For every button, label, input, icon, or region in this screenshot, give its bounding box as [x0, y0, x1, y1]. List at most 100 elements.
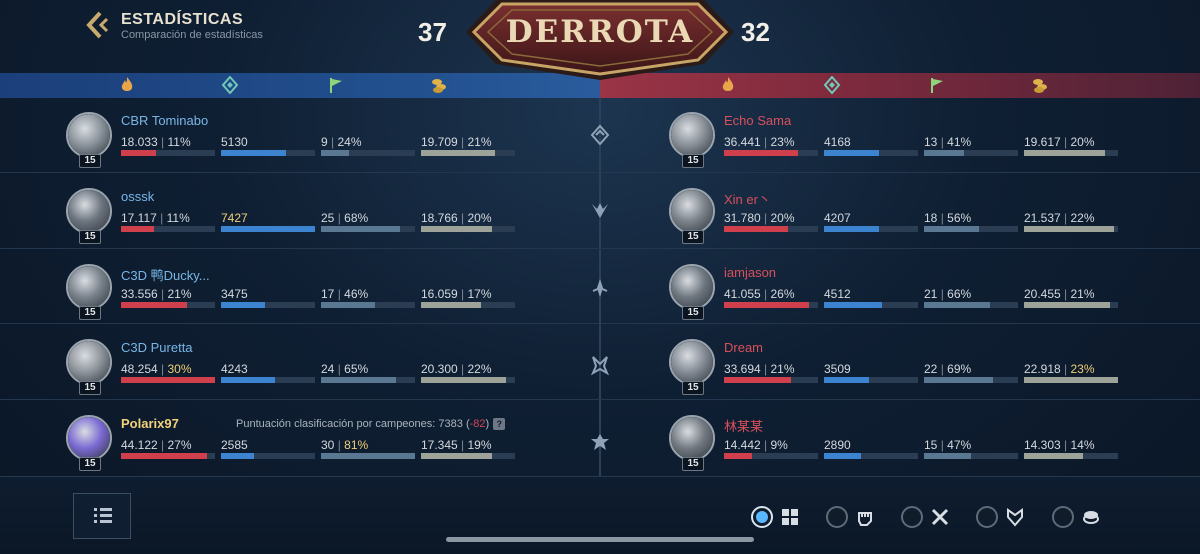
crossed-tools-icon[interactable]: [930, 507, 950, 527]
champion-level: 15: [79, 306, 101, 320]
gold-percent: 14%: [1070, 438, 1095, 452]
vision-value: 3475: [221, 287, 248, 301]
vision-stat: 2890: [824, 438, 851, 452]
vision-stat: 4243: [221, 362, 248, 376]
champion-avatar[interactable]: [669, 188, 715, 234]
champion-level: 15: [682, 457, 704, 471]
gold-percent: 22%: [1070, 211, 1095, 225]
vision-bar: [824, 453, 918, 459]
menu-button[interactable]: [73, 493, 131, 539]
back-icon[interactable]: [84, 10, 112, 40]
damage-bar: [724, 226, 818, 232]
damage-percent: 11%: [166, 211, 190, 225]
player-name[interactable]: Polarix97: [121, 416, 179, 431]
vision-stat: 5130: [221, 135, 248, 149]
damage-percent: 21%: [770, 362, 795, 376]
champion-avatar[interactable]: [669, 415, 715, 461]
champion-avatar[interactable]: [66, 339, 112, 385]
champion-level: 15: [79, 457, 101, 471]
champion-avatar[interactable]: [66, 415, 112, 461]
row-divider: [0, 399, 1200, 400]
gold-tab-radio[interactable]: [1052, 506, 1074, 528]
tools-tab-radio[interactable]: [901, 506, 923, 528]
vision-bar: [221, 150, 315, 156]
overview-tab-radio[interactable]: [751, 506, 773, 528]
shield-icon[interactable]: [1005, 507, 1025, 527]
damage-value: 31.780: [724, 211, 761, 225]
player-name[interactable]: C3D 鸭Ducky...: [121, 265, 210, 284]
damage-value: 14.442: [724, 438, 761, 452]
gold-coins-icon: [1033, 79, 1047, 93]
vision-value: 4243: [221, 362, 248, 376]
gold-value: 20.300: [421, 362, 458, 376]
champion-avatar[interactable]: [66, 112, 112, 158]
damage-stat: 17.117 | 11%: [121, 211, 190, 225]
player-name[interactable]: iamjason: [724, 265, 776, 280]
champion-avatar[interactable]: [669, 112, 715, 158]
vision-shield-icon: [823, 76, 841, 94]
champion-avatar[interactable]: [66, 188, 112, 234]
damage-value: 41.055: [724, 287, 761, 301]
damage-bar: [121, 453, 215, 459]
objective-flag-icon: [931, 78, 943, 93]
damage-flame-icon: [121, 77, 133, 91]
grid-icon[interactable]: [780, 507, 800, 527]
player-name[interactable]: Echo Sama: [724, 113, 791, 128]
gold-bar: [1024, 453, 1118, 459]
objective-percent: 41%: [947, 135, 972, 149]
damage-tab-radio[interactable]: [826, 506, 848, 528]
damage-stat: 44.122 | 27%: [121, 438, 192, 452]
gold-bar: [421, 453, 515, 459]
player-name[interactable]: Xin er丶: [724, 189, 771, 208]
fist-icon[interactable]: [855, 507, 875, 527]
gold-value: 18.766: [421, 211, 458, 225]
gold-value: 16.059: [421, 287, 458, 301]
objective-percent: 81%: [344, 438, 369, 452]
objective-value: 24: [321, 362, 335, 376]
objective-bar: [924, 377, 1018, 383]
gold-bar: [421, 302, 515, 308]
player-name[interactable]: 林某某: [724, 416, 763, 435]
vision-stat: 7427: [221, 211, 248, 225]
objective-bar: [924, 226, 1018, 232]
vision-bar: [221, 377, 315, 383]
damage-stat: 18.033 | 11%: [121, 135, 191, 149]
player-name[interactable]: osssk: [121, 189, 154, 204]
gold-value: 21.537: [1024, 211, 1061, 225]
defense-tab-radio[interactable]: [976, 506, 998, 528]
gold-value: 14.303: [1024, 438, 1061, 452]
vision-value: 4168: [824, 135, 851, 149]
gold-stat: 20.455 | 21%: [1024, 287, 1095, 301]
coin-stack-icon[interactable]: [1081, 507, 1101, 527]
vision-value: 7427: [221, 211, 248, 225]
home-indicator[interactable]: [446, 537, 754, 542]
champion-avatar[interactable]: [669, 339, 715, 385]
objective-stat: 24 | 65%: [321, 362, 369, 376]
help-icon[interactable]: ?: [493, 418, 506, 430]
player-name[interactable]: CBR Tominabo: [121, 113, 208, 128]
objective-stat: 15 | 47%: [924, 438, 972, 452]
player-name[interactable]: Dream: [724, 340, 763, 355]
objective-bar: [321, 453, 415, 459]
damage-percent: 27%: [167, 438, 192, 452]
dragon-lane-icon: [590, 356, 610, 376]
objective-stat: 9 | 24%: [321, 135, 362, 149]
champion-level: 15: [682, 306, 704, 320]
gold-stat: 16.059 | 17%: [421, 287, 492, 301]
champion-level: 15: [682, 381, 704, 395]
gold-stat: 18.766 | 20%: [421, 211, 492, 225]
objective-value: 9: [321, 135, 328, 149]
champion-avatar[interactable]: [66, 264, 112, 310]
objective-percent: 24%: [337, 135, 362, 149]
damage-percent: 20%: [770, 211, 795, 225]
gold-percent: 21%: [1070, 287, 1095, 301]
damage-value: 17.117: [121, 211, 157, 225]
gold-value: 19.709: [421, 135, 458, 149]
champion-avatar[interactable]: [669, 264, 715, 310]
gold-stat: 17.345 | 19%: [421, 438, 492, 452]
vision-bar: [221, 226, 315, 232]
row-divider: [0, 172, 1200, 173]
damage-stat: 14.442 | 9%: [724, 438, 788, 452]
vision-stat: 3509: [824, 362, 851, 376]
player-name[interactable]: C3D Puretta: [121, 340, 193, 355]
